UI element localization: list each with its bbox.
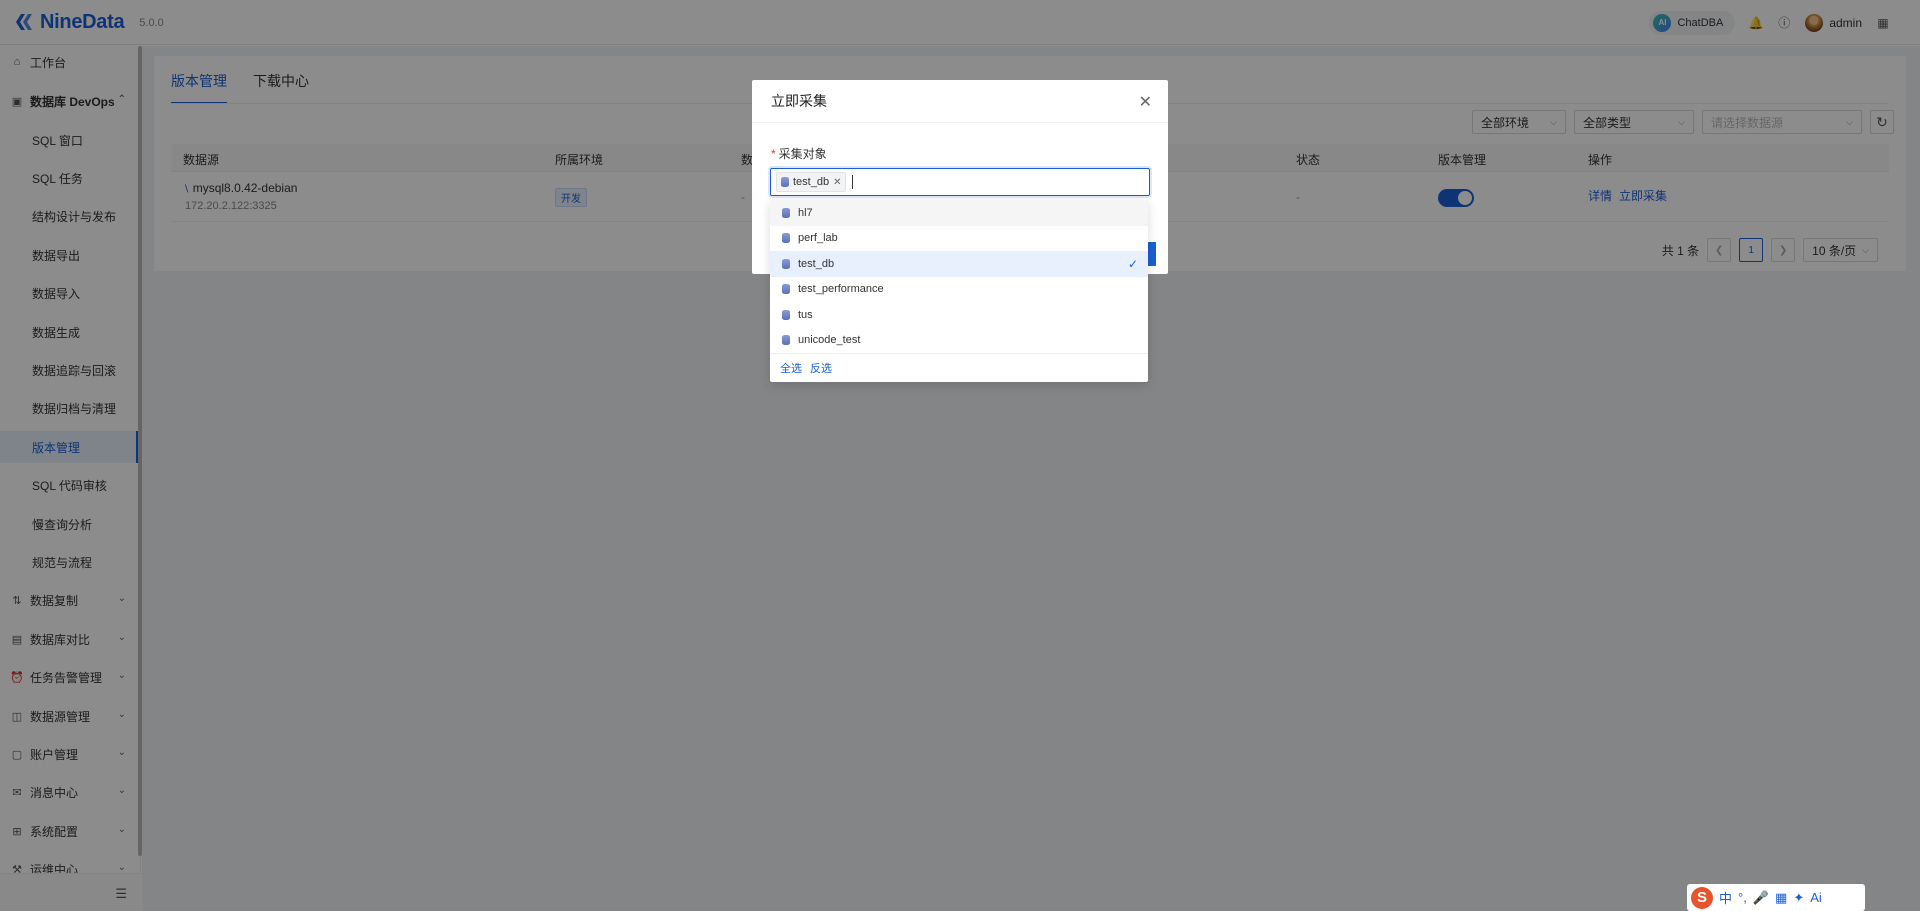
option-label: test_performance <box>798 283 884 296</box>
ime-toolbar: S 中 °, 🎤 ▦ ✦ Ai <box>1687 884 1865 911</box>
collect-target-select[interactable]: test_db ✕ <box>770 168 1150 196</box>
confirm-button[interactable] <box>1148 242 1156 266</box>
check-icon: ✓ <box>1127 256 1138 271</box>
keyboard-icon[interactable]: ▦ <box>1775 890 1787 906</box>
collect-target-label: * 采集对象 <box>771 145 827 162</box>
option-hl7[interactable]: hl7 <box>770 200 1148 226</box>
database-icon <box>782 258 790 269</box>
option-label: unicode_test <box>798 334 861 347</box>
database-icon <box>781 177 789 187</box>
sogou-logo-icon[interactable]: S <box>1691 886 1713 909</box>
database-icon <box>782 233 790 244</box>
option-unicode-test[interactable]: unicode_test <box>770 328 1148 354</box>
ime-ai-button[interactable]: Ai <box>1810 890 1822 905</box>
collect-target-label-text: 采集对象 <box>778 147 827 161</box>
option-test-db[interactable]: test_db ✓ <box>770 251 1148 277</box>
invert-selection-link[interactable]: 反选 <box>810 360 832 376</box>
option-perf-lab[interactable]: perf_lab <box>770 226 1148 252</box>
database-icon <box>782 335 790 346</box>
option-tus[interactable]: tus <box>770 302 1148 328</box>
collect-target-dropdown: hl7 perf_lab test_db ✓ test_performance … <box>770 200 1148 382</box>
close-icon[interactable]: ✕ <box>1139 92 1152 112</box>
option-test-performance[interactable]: test_performance <box>770 277 1148 303</box>
option-label: hl7 <box>798 206 813 219</box>
selected-tag: test_db ✕ <box>776 172 847 192</box>
ime-chinese-mode[interactable]: 中 <box>1719 888 1732 907</box>
database-icon <box>782 309 790 320</box>
ime-punctuation[interactable]: °, <box>1738 890 1747 905</box>
modal-header: 立即采集 <box>752 80 1168 123</box>
selected-tag-label: test_db <box>793 176 830 188</box>
option-label: perf_lab <box>798 232 838 245</box>
dropdown-footer: 全选 反选 <box>770 353 1148 382</box>
database-icon <box>782 284 790 295</box>
modal-title: 立即采集 <box>771 93 827 109</box>
tag-remove-icon[interactable]: ✕ <box>833 177 841 188</box>
text-cursor <box>852 175 854 189</box>
option-label: tus <box>798 308 813 321</box>
skin-icon[interactable]: ✦ <box>1793 890 1804 906</box>
microphone-icon[interactable]: 🎤 <box>1753 890 1769 906</box>
option-label: test_db <box>798 257 835 270</box>
select-all-link[interactable]: 全选 <box>780 360 802 376</box>
required-mark: * <box>771 147 776 161</box>
database-icon <box>782 207 790 218</box>
